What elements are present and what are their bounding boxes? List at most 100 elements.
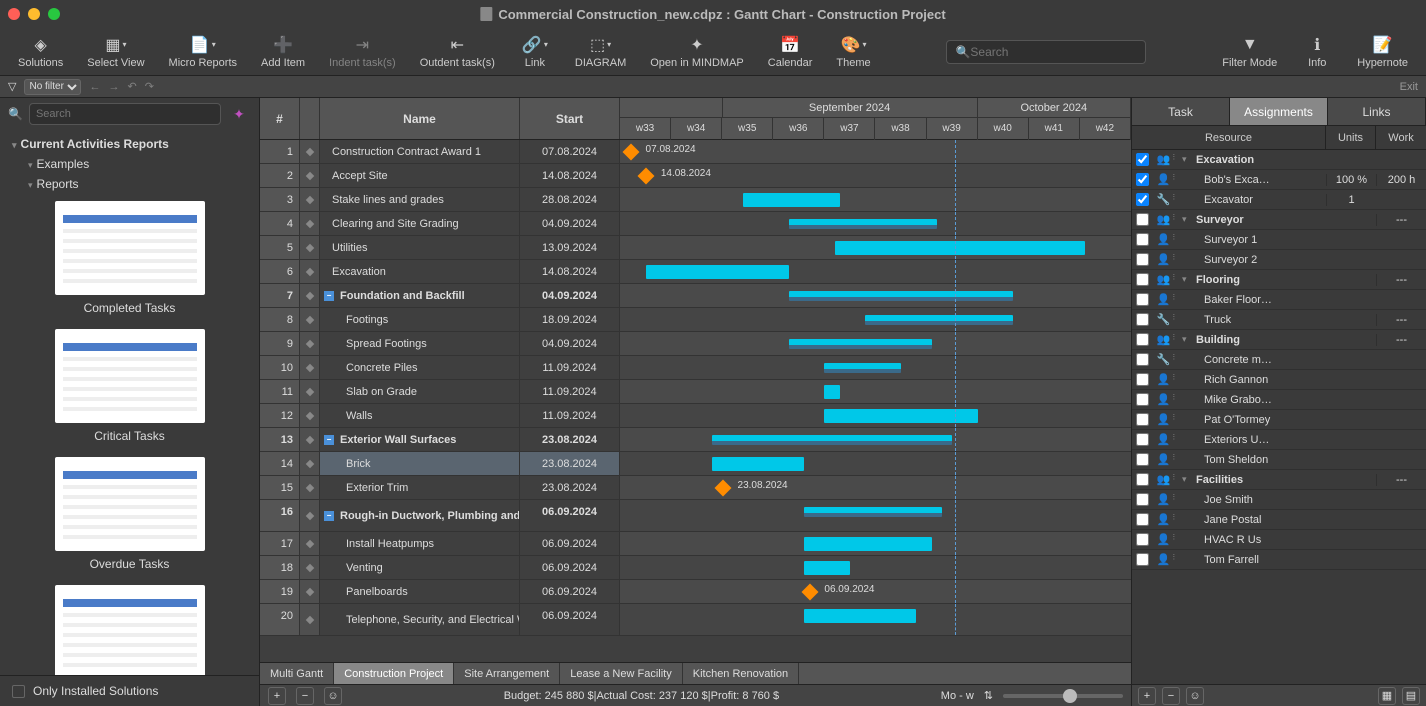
report-thumb[interactable]: Critical Tasks [20,329,239,443]
resource-work[interactable]: --- [1376,334,1426,346]
resource-checkbox[interactable] [1132,553,1152,566]
resource-row[interactable]: 👥⋮▾Facilities--- [1132,470,1426,490]
filter-select[interactable]: No filter [24,79,81,95]
resource-checkbox[interactable] [1132,273,1152,286]
resource-row[interactable]: 👤⋮Surveyor 1 [1132,230,1426,250]
theme-button[interactable]: 🎨▾Theme [826,33,880,71]
task-start[interactable]: 07.08.2024 [520,140,620,163]
project-tab[interactable]: Lease a New Facility [560,663,683,685]
row-flag[interactable] [300,500,320,531]
resource-checkbox[interactable] [1132,213,1152,226]
expand-icon[interactable]: ▾ [1182,474,1196,485]
tree-item[interactable]: ▾Examples [8,154,251,174]
gantt-row[interactable]: 13−Exterior Wall Surfaces23.08.2024 [260,428,1131,452]
gantt-bar[interactable] [646,265,789,279]
filter-icon[interactable]: ▽ [8,80,16,93]
resource-work[interactable]: --- [1376,474,1426,486]
resource-row[interactable]: 👥⋮▾Excavation [1132,150,1426,170]
row-flag[interactable] [300,356,320,379]
task-start[interactable]: 06.09.2024 [520,500,620,531]
gantt-bar[interactable] [865,315,1013,325]
timeline-cell[interactable] [620,332,1131,355]
timeline-cell[interactable] [620,500,1131,531]
remove-resource-button[interactable]: − [1162,687,1180,705]
resource-checkbox[interactable] [1132,473,1152,486]
gantt-row[interactable]: 19Panelboards06.09.202406.09.2024 [260,580,1131,604]
task-name[interactable]: Excavation [320,260,520,283]
timeline-cell[interactable] [620,188,1131,211]
resource-row[interactable]: 👤⋮Bob's Exca…100 %200 h [1132,170,1426,190]
row-flag[interactable] [300,260,320,283]
resource-units[interactable]: 100 % [1326,174,1376,186]
timeline-cell[interactable] [620,532,1131,555]
settings-button[interactable]: ☺ [324,687,342,705]
resource-checkbox[interactable] [1132,153,1152,166]
resource-checkbox[interactable] [1132,173,1152,186]
gantt-row[interactable]: 2Accept Site14.08.202414.08.2024 [260,164,1131,188]
task-start[interactable]: 13.09.2024 [520,236,620,259]
expand-icon[interactable]: ▾ [1182,334,1196,345]
sidebar-search[interactable] [29,103,221,125]
task-start[interactable]: 18.09.2024 [520,308,620,331]
resource-checkbox[interactable] [1132,333,1152,346]
right-tab-task[interactable]: Task [1132,98,1230,125]
timeline-cell[interactable] [620,212,1131,235]
microreports-button[interactable]: 📄▾Micro Reports [159,33,247,71]
redo-icon[interactable]: ↷ [145,80,154,93]
view-mode-2[interactable]: ▤ [1402,687,1420,705]
selectview-button[interactable]: ▦▾Select View [77,33,154,71]
gantt-row[interactable]: 10Concrete Piles11.09.2024 [260,356,1131,380]
task-start[interactable]: 23.08.2024 [520,452,620,475]
view-mode-1[interactable]: ▦ [1378,687,1396,705]
gantt-bar[interactable] [824,363,901,373]
task-name[interactable]: Install Heatpumps [320,532,520,555]
task-start[interactable]: 06.09.2024 [520,580,620,603]
task-start[interactable]: 14.08.2024 [520,260,620,283]
resource-row[interactable]: 👤⋮Tom Sheldon [1132,450,1426,470]
gantt-bar[interactable] [804,561,850,575]
timeline-cell[interactable] [620,428,1131,451]
resource-row[interactable]: 👤⋮Mike Grabo… [1132,390,1426,410]
gantt-bar[interactable] [804,609,916,623]
gantt-row[interactable]: 8Footings18.09.2024 [260,308,1131,332]
project-tab[interactable]: Construction Project [334,663,454,685]
row-flag[interactable] [300,604,320,635]
task-name[interactable]: Brick [320,452,520,475]
col-name-header[interactable]: Name [320,98,520,139]
task-name[interactable]: Accept Site [320,164,520,187]
gantt-row[interactable]: 5Utilities13.09.2024 [260,236,1131,260]
gantt-row[interactable]: 6Excavation14.08.2024 [260,260,1131,284]
task-name[interactable]: Utilities [320,236,520,259]
timeline-cell[interactable] [620,604,1131,635]
milestone-marker[interactable] [715,480,732,497]
minimize-window[interactable] [28,8,40,20]
task-name[interactable]: Clearing and Site Grading [320,212,520,235]
gantt-row[interactable]: 12Walls11.09.2024 [260,404,1131,428]
diagram-button[interactable]: ⬚▾DIAGRAM [565,33,636,71]
outdent-button[interactable]: ⇤Outdent task(s) [410,33,505,71]
additem-button[interactable]: ➕Add Item [251,33,315,71]
search-input[interactable] [970,45,1137,59]
task-start[interactable]: 11.09.2024 [520,404,620,427]
resource-checkbox[interactable] [1132,493,1152,506]
resource-row[interactable]: 👤⋮Jane Postal [1132,510,1426,530]
resource-row[interactable]: 👥⋮▾Surveyor--- [1132,210,1426,230]
task-start[interactable]: 23.08.2024 [520,428,620,451]
milestone-marker[interactable] [801,584,818,601]
week-header[interactable]: w38 [875,118,926,140]
timeline-cell[interactable] [620,404,1131,427]
gantt-row[interactable]: 11Slab on Grade11.09.2024 [260,380,1131,404]
resource-settings-button[interactable]: ☺ [1186,687,1204,705]
calendar-button[interactable]: 📅Calendar [758,33,823,71]
row-flag[interactable] [300,164,320,187]
task-name[interactable]: Telephone, Security, and Electrical Wiri… [320,604,520,635]
resource-checkbox[interactable] [1132,353,1152,366]
resource-checkbox[interactable] [1132,533,1152,546]
week-header[interactable]: w33 [620,118,671,140]
task-start[interactable]: 06.09.2024 [520,532,620,555]
row-flag[interactable] [300,284,320,307]
timeline-cell[interactable]: 14.08.2024 [620,164,1131,187]
gantt-row[interactable]: 16−Rough-in Ductwork, Plumbing and Elect… [260,500,1131,532]
task-name[interactable]: Exterior Trim [320,476,520,499]
gantt-bar[interactable] [835,241,1085,255]
